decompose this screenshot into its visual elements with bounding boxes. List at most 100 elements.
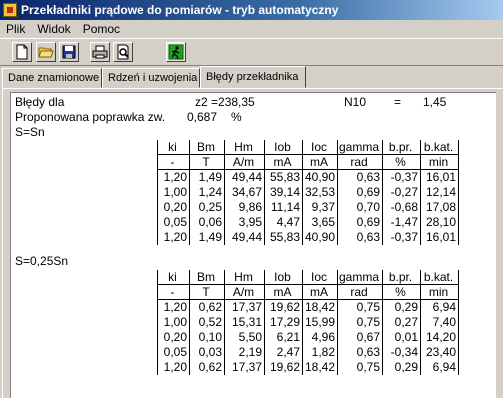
table-cell: 0,63 xyxy=(356,345,380,359)
table-cell: 7,40 xyxy=(432,315,456,329)
window-title: Przekładniki prądowe do pomiarów - tryb … xyxy=(21,3,339,17)
menu-view[interactable]: Widok xyxy=(31,22,76,36)
column-header: ki xyxy=(168,270,177,284)
save-button[interactable] xyxy=(59,42,79,62)
table-cell: 15,31 xyxy=(231,315,262,329)
table-cell: -0,68 xyxy=(390,200,418,214)
print-preview-icon xyxy=(117,44,129,60)
table-cell: 49,44 xyxy=(231,230,262,244)
table-cell: 9,37 xyxy=(311,200,335,214)
table-cell: 1,20 xyxy=(163,170,187,184)
menu-file[interactable]: Plik xyxy=(0,22,31,36)
column-unit: mA xyxy=(310,155,328,169)
new-file-button[interactable] xyxy=(12,42,32,62)
table-cell: 4,47 xyxy=(276,215,300,229)
table-cell: 3,95 xyxy=(238,215,262,229)
results-area: Błędy dla z2 =238,35 N10 = 1,45 Proponow… xyxy=(10,92,496,398)
table-cell: 0,62 xyxy=(198,300,222,314)
table-cell: 17,29 xyxy=(269,315,300,329)
table-cell: 1,20 xyxy=(163,230,187,244)
menu-bar: Plik Widok Pomoc xyxy=(0,20,503,38)
table-cell: 0,52 xyxy=(198,315,222,329)
column-unit: mA xyxy=(310,285,328,299)
table-cell: -1,47 xyxy=(390,215,418,229)
column-unit: % xyxy=(395,285,406,299)
table-cell: 40,90 xyxy=(304,170,335,184)
table-cell: 0,05 xyxy=(163,215,187,229)
column-header: gamma xyxy=(338,140,379,154)
column-header: gamma xyxy=(338,270,379,284)
column-unit: T xyxy=(202,285,210,299)
column-header: Hm xyxy=(234,140,253,154)
app-icon xyxy=(3,3,17,17)
table-cell: 0,25 xyxy=(198,200,222,214)
column-unit: A/m xyxy=(232,285,255,299)
table-cell: 17,08 xyxy=(425,200,456,214)
exit-button[interactable] xyxy=(166,42,186,62)
column-unit: rad xyxy=(350,155,368,169)
column-header: Bm xyxy=(197,270,215,284)
table-cell: 0,20 xyxy=(163,200,187,214)
column-unit: rad xyxy=(350,285,368,299)
save-icon xyxy=(62,45,76,59)
correction-value: 0,687 xyxy=(187,110,218,124)
column-header: b.pr. xyxy=(388,270,413,284)
table-cell: 49,44 xyxy=(231,170,262,184)
menu-help[interactable]: Pomoc xyxy=(77,22,126,36)
table-column-divider xyxy=(458,270,459,375)
open-folder-icon xyxy=(38,47,54,58)
table-cell: 55,83 xyxy=(269,170,300,184)
table-cell: -0,37 xyxy=(390,230,418,244)
table-cell: 0,75 xyxy=(356,360,380,374)
table-cell: 0,06 xyxy=(198,215,222,229)
table-cell: 0,69 xyxy=(356,185,380,199)
table-cell: 0,03 xyxy=(198,345,222,359)
table-cell: 2,19 xyxy=(238,345,262,359)
table-cell: 0,75 xyxy=(356,300,380,314)
column-unit: min xyxy=(428,155,449,169)
tab-rated-data[interactable]: Dane znamionowe xyxy=(2,68,102,88)
table-cell: -0,37 xyxy=(390,170,418,184)
tab-transformer-errors[interactable]: Błędy przekładnika xyxy=(200,66,306,88)
section1-label: S=Sn xyxy=(15,125,45,139)
table-cell: 1,49 xyxy=(198,230,222,244)
print-icon xyxy=(92,45,108,59)
table-cell: 0,29 xyxy=(394,300,418,314)
table-cell: 0,69 xyxy=(356,215,380,229)
table-cell: 14,20 xyxy=(425,330,456,344)
n10-equals: = xyxy=(394,95,402,109)
column-header: Ioc xyxy=(310,270,327,284)
n10-value: 1,45 xyxy=(423,95,447,109)
table-cell: 0,67 xyxy=(356,330,380,344)
table-cell: -0,34 xyxy=(390,345,418,359)
table-cell: 15,99 xyxy=(304,315,335,329)
table-cell: 18,42 xyxy=(304,360,335,374)
tab-core-windings[interactable]: Rdzeń i uzwojenia xyxy=(102,68,200,88)
open-button[interactable] xyxy=(36,42,56,62)
table-cell: 17,37 xyxy=(231,360,262,374)
table-cell: 1,00 xyxy=(163,315,187,329)
column-unit: % xyxy=(395,155,406,169)
table-cell: 16,01 xyxy=(425,170,456,184)
table-cell: 0,20 xyxy=(163,330,187,344)
table-cell: 9,86 xyxy=(238,200,262,214)
table-cell: 55,83 xyxy=(269,230,300,244)
table-cell: 1,24 xyxy=(198,185,222,199)
table-cell: 0,29 xyxy=(394,360,418,374)
column-header: b.kat. xyxy=(423,140,454,154)
table-cell: 0,62 xyxy=(198,360,222,374)
print-button[interactable] xyxy=(90,42,110,62)
column-header: b.kat. xyxy=(423,270,454,284)
column-header: Iob xyxy=(274,140,291,154)
print-preview-button[interactable] xyxy=(113,42,133,62)
table-cell: 6,94 xyxy=(432,300,456,314)
table-cell: 23,40 xyxy=(425,345,456,359)
table-cell: 2,47 xyxy=(276,345,300,359)
table-cell: 6,21 xyxy=(276,330,300,344)
z2-value: z2 =238,35 xyxy=(195,95,255,109)
table-cell: 0,75 xyxy=(356,315,380,329)
table-cell: 17,37 xyxy=(231,300,262,314)
section2-label: S=0,25Sn xyxy=(15,254,69,268)
column-unit: min xyxy=(428,285,449,299)
results-table-025sn: ki Bm Hm Iob Ioc gamma b.pr. b.kat. - T A/m mA mA rad… xyxy=(11,270,497,375)
